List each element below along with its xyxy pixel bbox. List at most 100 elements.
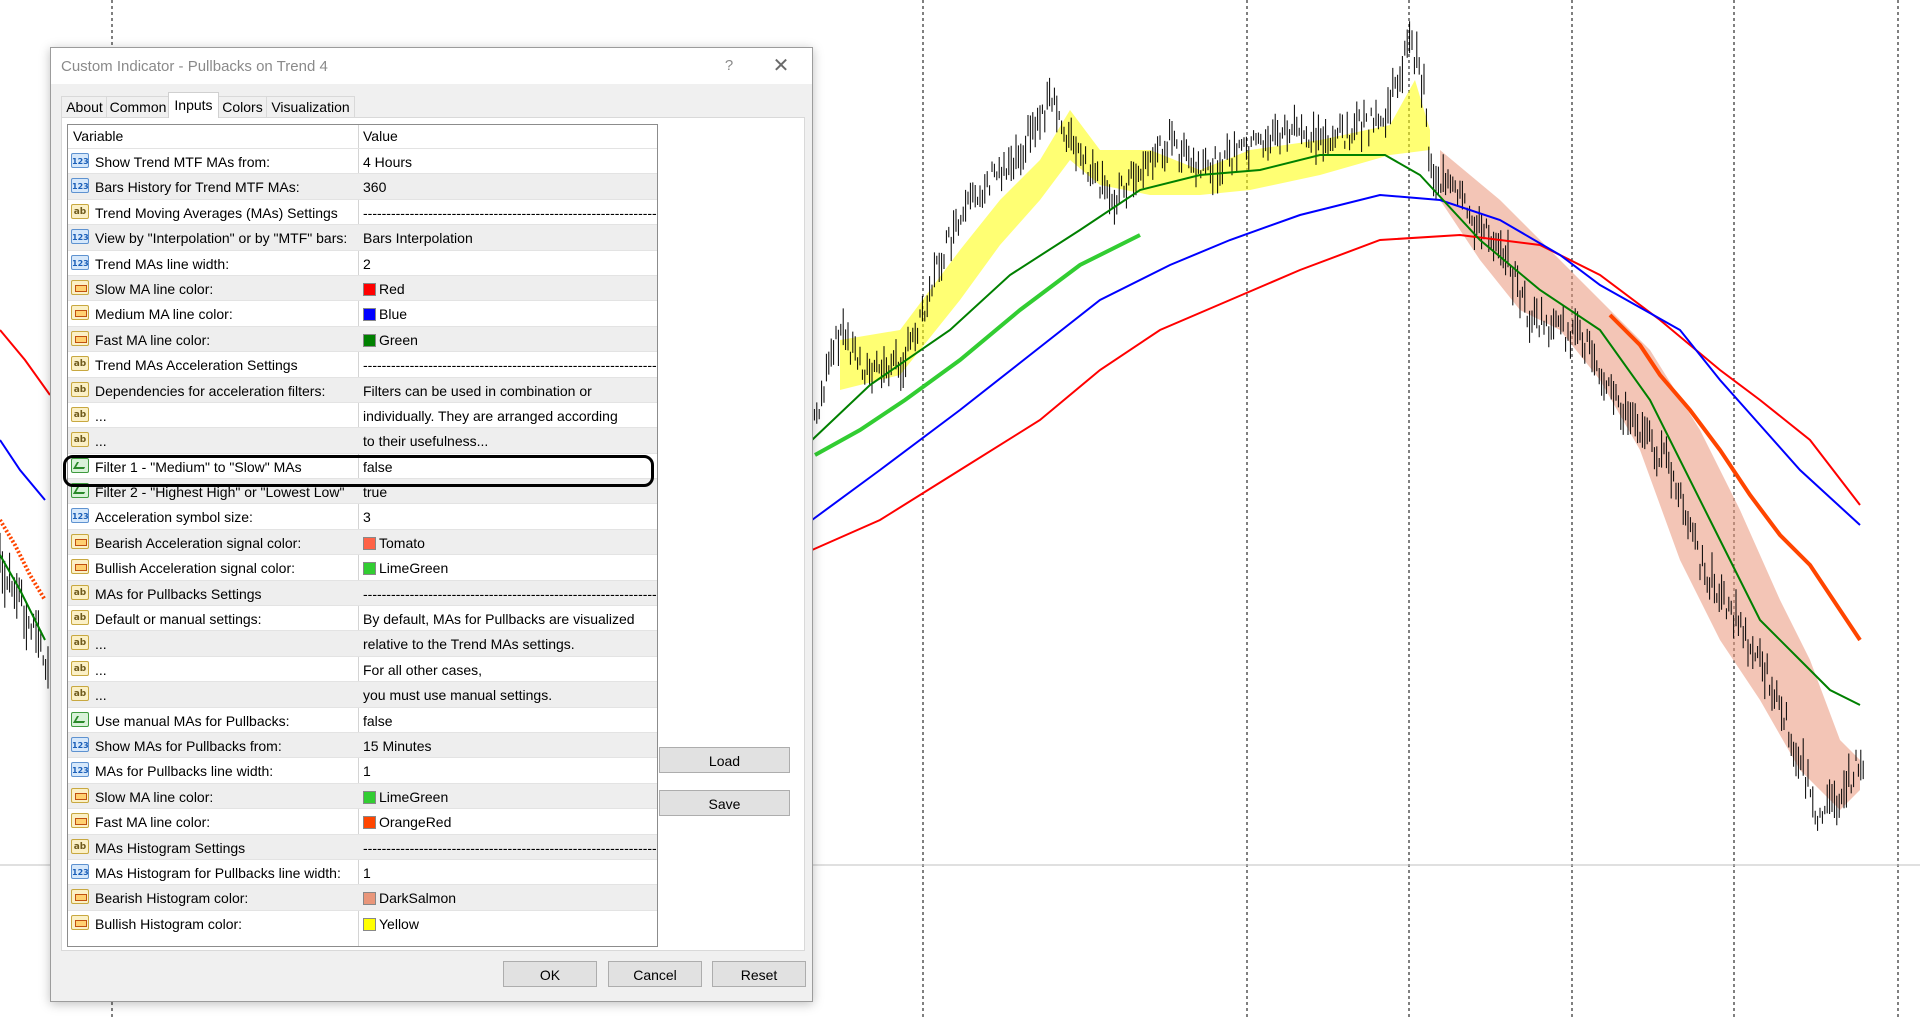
color-swatch xyxy=(363,562,376,576)
variable-value[interactable]: ----------------------------------------… xyxy=(363,204,657,221)
reset-button[interactable]: Reset xyxy=(712,961,806,987)
input-row[interactable]: ab... For all other cases, xyxy=(68,655,657,681)
input-row[interactable]: 123 MAs for Pullbacks line width: 1 xyxy=(68,757,657,782)
variable-value[interactable]: By default, MAs for Pullbacks are visual… xyxy=(363,611,635,627)
variable-value[interactable]: false xyxy=(363,459,393,475)
variable-value[interactable]: Tomato xyxy=(363,535,425,551)
variable-value[interactable]: relative to the Trend MAs settings. xyxy=(363,636,575,652)
variable-value-text: ----------------------------------------… xyxy=(363,204,657,221)
input-row[interactable]: Bullish Acceleration signal color: LimeGr… xyxy=(68,554,657,579)
input-row[interactable]: Bearish Histogram color: DarkSalmon xyxy=(68,884,657,910)
ok-button[interactable]: OK xyxy=(503,961,597,987)
tab-about[interactable]: About xyxy=(61,96,108,117)
variable-value-text: LimeGreen xyxy=(379,788,449,805)
variable-value[interactable]: you must use manual settings. xyxy=(363,687,552,703)
variable-value[interactable]: Bars Interpolation xyxy=(363,230,473,246)
tab-colors[interactable]: Colors xyxy=(217,96,268,117)
variable-value[interactable]: 15 Minutes xyxy=(363,738,431,754)
variable-name: Trend Moving Averages (MAs) Settings xyxy=(95,204,338,221)
input-row[interactable]: ab Trend Moving Averages (MAs) Settings --… xyxy=(68,198,657,224)
bull-histogram xyxy=(840,80,1430,390)
input-row[interactable]: ab Trend MAs Acceleration Settings -------… xyxy=(68,351,657,376)
variable-value[interactable]: 360 xyxy=(363,179,386,195)
input-row[interactable]: 123 MAs Histogram for Pullbacks line widt… xyxy=(68,858,657,884)
tab-inputs[interactable]: Inputs xyxy=(168,92,219,118)
variable-value[interactable]: 4 Hours xyxy=(363,154,412,170)
input-row[interactable]: Filter 1 - "Medium" to "Slow" MAs false xyxy=(68,452,657,478)
variable-value[interactable]: ----------------------------------------… xyxy=(363,840,657,856)
input-row[interactable]: ab Dependencies for acceleration filters:… xyxy=(68,376,657,402)
input-row[interactable]: ab... to their usefulness... xyxy=(68,427,657,453)
inputs-grid[interactable]: Variable Value 123 Show Trend MTF MAs fro… xyxy=(67,124,658,947)
variable-value-text: to their usefulness... xyxy=(363,433,489,450)
variable-value[interactable]: ----------------------------------------… xyxy=(363,586,657,602)
input-row[interactable]: Fast MA line color: OrangeRed xyxy=(68,808,657,833)
variable-name: Bearish Histogram color: xyxy=(95,890,249,907)
variable-value-text: 15 Minutes xyxy=(363,737,432,754)
input-row[interactable]: 123 Bars History for Trend MTF MAs: 360 xyxy=(68,173,657,199)
variable-value[interactable]: individually. They are arranged accordin… xyxy=(363,408,618,424)
variable-name: ... xyxy=(95,636,107,653)
load-button[interactable]: Load xyxy=(659,747,790,773)
variable-value[interactable]: 2 xyxy=(363,256,371,272)
variable-value[interactable]: Yellow xyxy=(363,916,419,932)
input-row[interactable]: Filter 2 - "Highest High" or "Lowest Low… xyxy=(68,478,657,504)
input-row[interactable]: ab... you must use manual settings. xyxy=(68,681,657,707)
variable-value[interactable]: 1 xyxy=(363,865,371,881)
cancel-button[interactable]: Cancel xyxy=(608,961,702,987)
string-type-icon: ab xyxy=(71,610,89,626)
string-type-icon: ab xyxy=(71,635,89,651)
variable-value[interactable]: DarkSalmon xyxy=(363,890,456,906)
left-fast-ma-line xyxy=(0,554,46,641)
color-swatch xyxy=(363,308,376,322)
input-row[interactable]: Medium MA line color: Blue xyxy=(68,300,657,325)
input-row[interactable]: 123 Acceleration symbol size: 3 xyxy=(68,503,657,528)
input-row[interactable]: ab Default or manual settings: By default,… xyxy=(68,605,657,630)
input-row[interactable]: Slow MA line color: LimeGreen xyxy=(68,782,657,809)
dialog-title: Custom Indicator - Pullbacks on Trend 4 xyxy=(61,58,328,75)
variable-name: MAs Histogram for Pullbacks line width: xyxy=(95,864,341,881)
input-row[interactable]: 123 Show Trend MTF MAs from: 4 Hours xyxy=(68,148,657,173)
input-row[interactable]: Bullish Histogram color: Yellow xyxy=(68,909,657,935)
variable-name: ... xyxy=(95,433,107,450)
input-row[interactable]: ab... relative to the Trend MAs settings. xyxy=(68,630,657,656)
variable-value-text: Tomato xyxy=(379,534,425,551)
input-row[interactable]: 123 View by "Interpolation" or by "MTF" b… xyxy=(68,224,657,250)
input-row[interactable]: ab... individually. They are arranged acc… xyxy=(68,401,657,427)
variable-value[interactable]: For all other cases, xyxy=(363,662,482,678)
close-icon[interactable]: ✕ xyxy=(764,53,798,79)
color-type-icon xyxy=(71,914,89,930)
variable-value-text: Blue xyxy=(379,306,408,323)
input-row[interactable]: 123 Show MAs for Pullbacks from: 15 Minute… xyxy=(68,731,657,758)
dialog-titlebar[interactable]: Custom Indicator - Pullbacks on Trend 4 … xyxy=(51,48,812,84)
input-row[interactable]: Bearish Acceleration signal color: Tomato xyxy=(68,528,657,555)
variable-value[interactable]: 3 xyxy=(363,509,371,525)
help-button[interactable]: ? xyxy=(717,55,741,77)
input-row[interactable]: ab MAs Histogram Settings ----------------… xyxy=(68,833,657,859)
tab-common[interactable]: Common xyxy=(106,96,170,117)
variable-value[interactable]: Blue xyxy=(363,306,407,322)
input-row[interactable]: ab MAs for Pullbacks Settings ------------… xyxy=(68,579,657,606)
variable-value[interactable]: ----------------------------------------… xyxy=(363,357,657,373)
header-value[interactable]: Value xyxy=(363,128,398,144)
variable-value[interactable]: true xyxy=(363,484,387,500)
variable-value[interactable]: false xyxy=(363,713,393,729)
input-row[interactable]: 123 Trend MAs line width: 2 xyxy=(68,249,657,275)
variable-value[interactable]: Green xyxy=(363,332,418,348)
variable-name: Trend MAs line width: xyxy=(95,255,230,272)
variable-value[interactable]: Filters can be used in combination or xyxy=(363,383,592,399)
variable-value[interactable]: OrangeRed xyxy=(363,814,451,830)
variable-value[interactable]: 1 xyxy=(363,763,371,779)
variable-name: Medium MA line color: xyxy=(95,306,233,323)
variable-value[interactable]: to their usefulness... xyxy=(363,433,488,449)
input-row[interactable]: Slow MA line color: Red xyxy=(68,274,657,301)
header-variable[interactable]: Variable xyxy=(73,128,123,144)
variable-name: MAs for Pullbacks Settings xyxy=(95,585,262,602)
variable-value[interactable]: LimeGreen xyxy=(363,789,448,805)
variable-value[interactable]: LimeGreen xyxy=(363,560,448,576)
input-row[interactable]: Fast MA line color: Green xyxy=(68,325,657,352)
input-row[interactable]: Use manual MAs for Pullbacks: false xyxy=(68,706,657,732)
save-button[interactable]: Save xyxy=(659,790,790,816)
variable-value[interactable]: Red xyxy=(363,281,405,297)
tab-visualization[interactable]: Visualization xyxy=(266,96,355,117)
